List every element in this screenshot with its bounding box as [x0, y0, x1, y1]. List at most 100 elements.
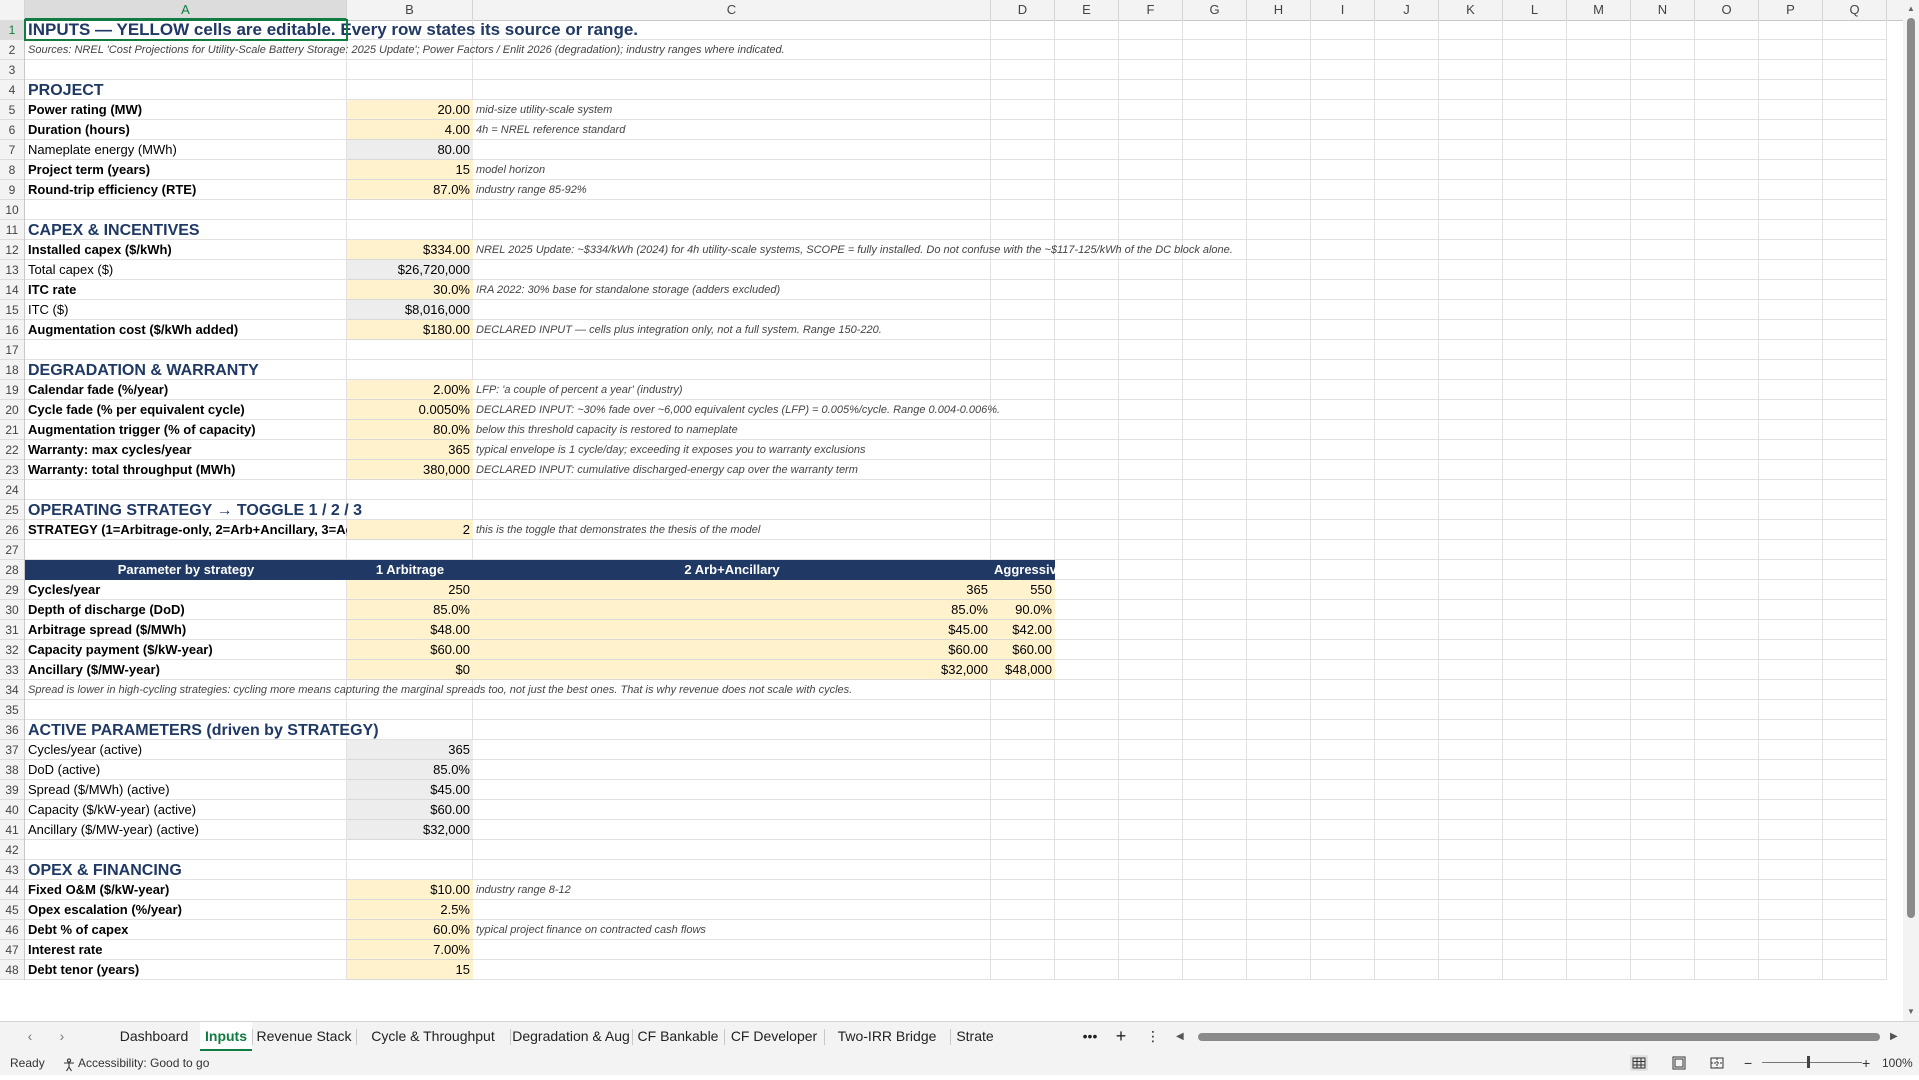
- sheet-menu-icon[interactable]: ⋮: [1143, 1022, 1163, 1051]
- row-header-33[interactable]: 33: [0, 660, 24, 680]
- row-header-26[interactable]: 26: [0, 520, 24, 540]
- cell-a12[interactable]: Installed capex ($/kWh): [25, 240, 347, 260]
- cell-a30[interactable]: Depth of discharge (DoD): [25, 600, 347, 620]
- tab-degradation-aug[interactable]: Degradation & Aug: [510, 1022, 632, 1051]
- cell-b16[interactable]: $180.00: [347, 320, 473, 340]
- cell-b8[interactable]: 15: [347, 160, 473, 180]
- cell-a31[interactable]: Arbitrage spread ($/MWh): [25, 620, 347, 640]
- row-header-4[interactable]: 4: [0, 80, 24, 100]
- cell-c21[interactable]: below this threshold capacity is restore…: [473, 420, 991, 440]
- cell-a22[interactable]: Warranty: max cycles/year: [25, 440, 347, 460]
- row-header-30[interactable]: 30: [0, 600, 24, 620]
- cell-b23[interactable]: 380,000: [347, 460, 473, 480]
- cell-c26[interactable]: this is the toggle that demonstrates the…: [473, 520, 991, 540]
- cell-a9[interactable]: Round-trip efficiency (RTE): [25, 180, 347, 200]
- row-header-32[interactable]: 32: [0, 640, 24, 660]
- column-header-f[interactable]: F: [1119, 0, 1183, 20]
- cell-a26[interactable]: STRATEGY (1=Arbitrage-only, 2=Arb+Ancill…: [25, 520, 347, 540]
- column-header-k[interactable]: K: [1439, 0, 1503, 20]
- zoom-slider-track[interactable]: [1762, 1062, 1862, 1063]
- page-break-view-icon[interactable]: [1708, 1055, 1726, 1071]
- row-header-11[interactable]: 11: [0, 220, 24, 240]
- column-header-q[interactable]: Q: [1823, 0, 1887, 20]
- cell-c33[interactable]: $32,000: [473, 660, 991, 680]
- chevron-right-icon[interactable]: ›: [54, 1028, 70, 1044]
- vertical-scroll-thumb[interactable]: [1907, 18, 1915, 918]
- row-header-15[interactable]: 15: [0, 300, 24, 320]
- cell-a34[interactable]: Spread is lower in high-cycling strategi…: [25, 680, 855, 700]
- cell-b33[interactable]: $0: [347, 660, 473, 680]
- cell-c22[interactable]: typical envelope is 1 cycle/day; exceedi…: [473, 440, 991, 460]
- cell-a43[interactable]: OPEX & FINANCING: [25, 861, 347, 881]
- cell-a33[interactable]: Ancillary ($/MW-year): [25, 660, 347, 680]
- cell-a19[interactable]: Calendar fade (%/year): [25, 380, 347, 400]
- column-header-p[interactable]: P: [1759, 0, 1823, 20]
- cell-a40[interactable]: Capacity ($/kW-year) (active): [25, 800, 347, 820]
- scroll-up-icon[interactable]: ▲: [1903, 2, 1919, 16]
- page-layout-view-icon[interactable]: [1670, 1055, 1688, 1071]
- tab-inputs[interactable]: Inputs: [200, 1022, 252, 1051]
- column-header-m[interactable]: M: [1567, 0, 1631, 20]
- row-header-27[interactable]: 27: [0, 540, 24, 560]
- row-header-39[interactable]: 39: [0, 780, 24, 800]
- tab-cycle-throughput[interactable]: Cycle & Throughput: [356, 1022, 510, 1051]
- cell-b46[interactable]: 60.0%: [347, 920, 473, 940]
- cell-c29[interactable]: 365: [473, 580, 991, 600]
- cell-c20[interactable]: DECLARED INPUT: ~30% fade over ~6,000 eq…: [473, 400, 1003, 420]
- cell-c44[interactable]: industry range 8-12: [473, 880, 991, 900]
- row-header-12[interactable]: 12: [0, 240, 24, 260]
- column-header-h[interactable]: H: [1247, 0, 1311, 20]
- row-header-40[interactable]: 40: [0, 800, 24, 820]
- cell-b47[interactable]: 7.00%: [347, 940, 473, 960]
- row-header-31[interactable]: 31: [0, 620, 24, 640]
- more-tabs-icon[interactable]: •••: [1080, 1022, 1100, 1051]
- cell-b13[interactable]: $26,720,000: [347, 260, 473, 280]
- normal-view-icon[interactable]: [1630, 1055, 1648, 1071]
- row-header-28[interactable]: 28: [0, 560, 24, 580]
- cell-a6[interactable]: Duration (hours): [25, 120, 347, 140]
- scroll-down-icon[interactable]: ▼: [1903, 1005, 1919, 1019]
- cell-a18[interactable]: DEGRADATION & WARRANTY: [25, 361, 347, 381]
- row-header-8[interactable]: 8: [0, 160, 24, 180]
- cell-a4[interactable]: PROJECT: [25, 81, 347, 101]
- row-header-29[interactable]: 29: [0, 580, 24, 600]
- cell-a5[interactable]: Power rating (MW): [25, 100, 347, 120]
- cell-a2[interactable]: Sources: NREL 'Cost Projections for Util…: [25, 40, 788, 60]
- cell-a11[interactable]: CAPEX & INCENTIVES: [25, 221, 347, 241]
- column-header-c[interactable]: C: [473, 0, 991, 20]
- cell-c12[interactable]: NREL 2025 Update: ~$334/kWh (2024) for 4…: [473, 240, 1236, 260]
- row-header-13[interactable]: 13: [0, 260, 24, 280]
- vertical-scrollbar[interactable]: ▲ ▼: [1903, 0, 1919, 1021]
- cell-a46[interactable]: Debt % of capex: [25, 920, 347, 940]
- cell-b30[interactable]: 85.0%: [347, 600, 473, 620]
- scroll-right-icon[interactable]: ▶: [1890, 1031, 1898, 1043]
- cell-a20[interactable]: Cycle fade (% per equivalent cycle): [25, 400, 347, 420]
- cell-b22[interactable]: 365: [347, 440, 473, 460]
- cell-d29[interactable]: 550: [991, 580, 1055, 600]
- column-header-e[interactable]: E: [1055, 0, 1119, 20]
- cell-b44[interactable]: $10.00: [347, 880, 473, 900]
- chevron-left-icon[interactable]: ‹: [22, 1028, 38, 1044]
- cell-d28[interactable]: Aggressive: [991, 560, 1055, 580]
- cell-c31[interactable]: $45.00: [473, 620, 991, 640]
- row-header-36[interactable]: 36: [0, 720, 24, 740]
- row-header-1[interactable]: 1: [0, 20, 24, 40]
- cell-a39[interactable]: Spread ($/MWh) (active): [25, 780, 347, 800]
- column-header-b[interactable]: B: [347, 0, 473, 20]
- row-header-19[interactable]: 19: [0, 380, 24, 400]
- cell-c30[interactable]: 85.0%: [473, 600, 991, 620]
- cell-a13[interactable]: Total capex ($): [25, 260, 347, 280]
- cell-b5[interactable]: 20.00: [347, 100, 473, 120]
- zoom-out-button[interactable]: −: [1744, 1051, 1752, 1075]
- row-header-23[interactable]: 23: [0, 460, 24, 480]
- row-header-9[interactable]: 9: [0, 180, 24, 200]
- cell-c14[interactable]: IRA 2022: 30% base for standalone storag…: [473, 280, 991, 300]
- cell-a45[interactable]: Opex escalation (%/year): [25, 900, 347, 920]
- row-header-44[interactable]: 44: [0, 880, 24, 900]
- cell-c8[interactable]: model horizon: [473, 160, 991, 180]
- row-header-46[interactable]: 46: [0, 920, 24, 940]
- cell-c19[interactable]: LFP: 'a couple of percent a year' (indus…: [473, 380, 991, 400]
- cell-b19[interactable]: 2.00%: [347, 380, 473, 400]
- cell-b48[interactable]: 15: [347, 960, 473, 980]
- cell-a23[interactable]: Warranty: total throughput (MWh): [25, 460, 347, 480]
